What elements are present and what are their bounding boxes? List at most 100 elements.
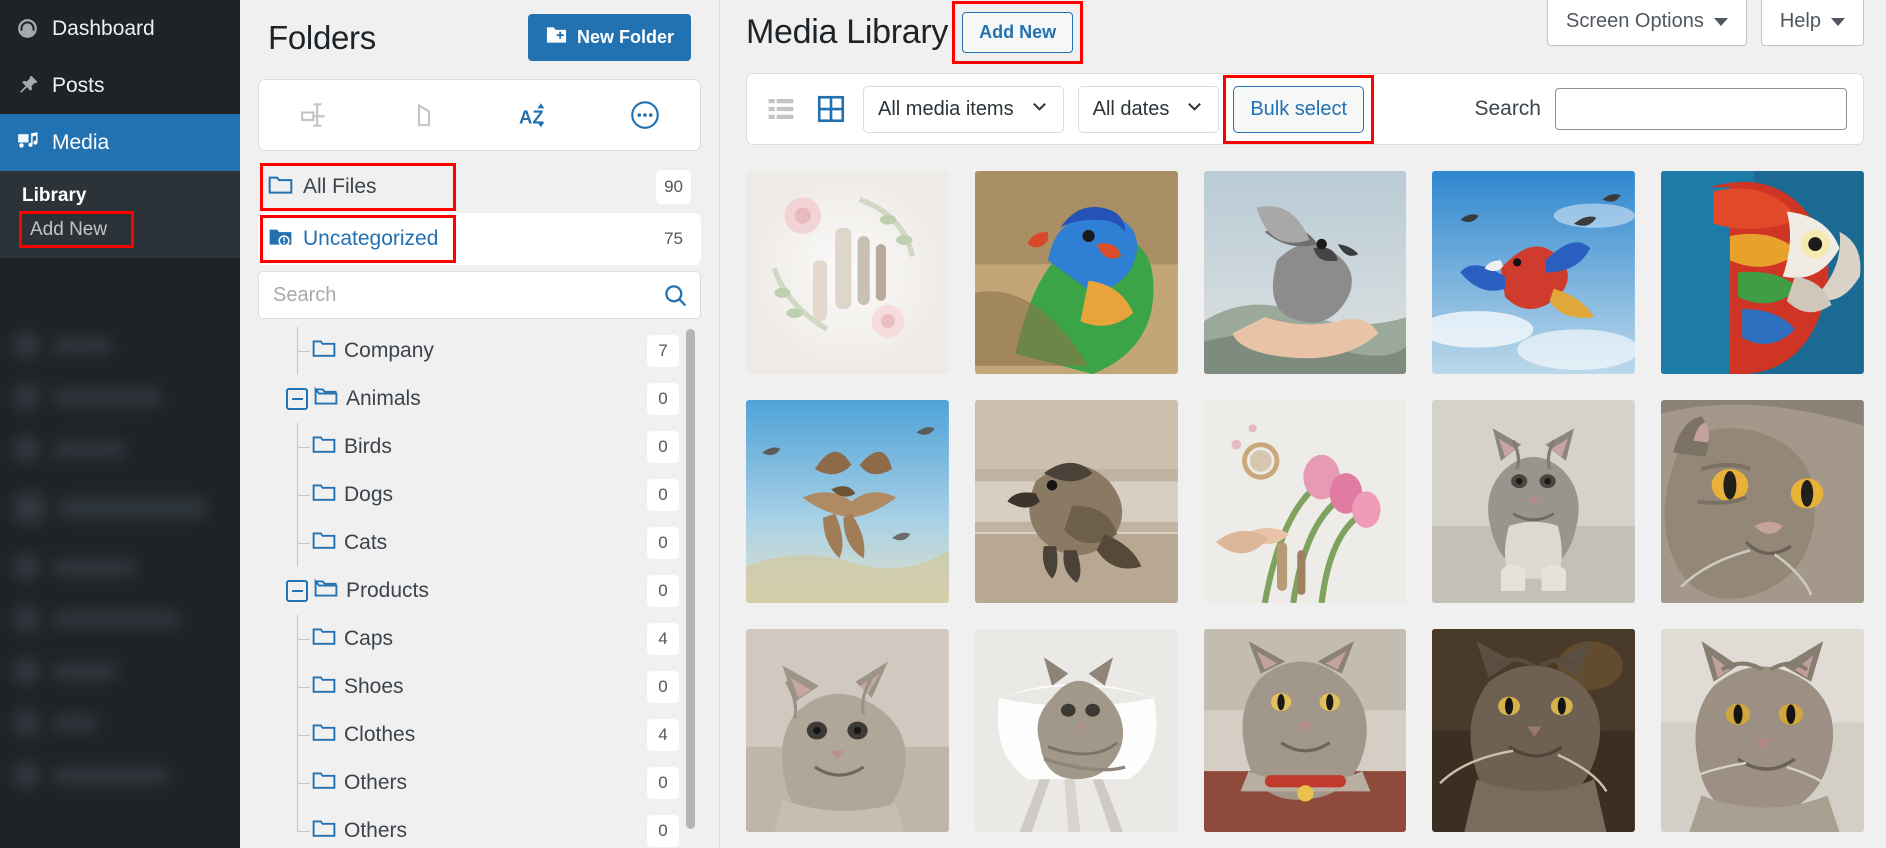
media-item[interactable] <box>1661 171 1864 374</box>
sidebar-item-posts[interactable]: Posts <box>0 57 240 114</box>
folder-tree-label: Cats <box>344 531 388 554</box>
folder-warning-icon <box>268 226 293 253</box>
tree-connector <box>286 759 312 807</box>
media-icon <box>14 130 40 156</box>
tree-connector <box>286 327 312 375</box>
tree-connector <box>286 807 312 848</box>
add-new-media-button[interactable]: Add New <box>962 12 1074 53</box>
sidebar-item-media[interactable]: Media <box>0 114 240 171</box>
tree-connector <box>286 471 312 519</box>
new-folder-button[interactable]: New Folder <box>527 14 691 61</box>
media-item[interactable] <box>1432 171 1636 374</box>
search-icon[interactable] <box>659 279 691 311</box>
folder-tree-item[interactable]: Caps 4 <box>258 615 701 663</box>
media-item[interactable] <box>1203 171 1407 374</box>
folder-outline-icon <box>312 626 336 652</box>
submenu-item-library[interactable]: Library <box>0 177 240 216</box>
media-type-filter[interactable]: All media items <box>863 85 1064 133</box>
media-type-filter-value: All media items <box>878 97 1014 120</box>
folder-tree-count: 4 <box>647 623 679 655</box>
sidebar-item-dashboard[interactable]: Dashboard <box>0 0 240 57</box>
folder-tree-item[interactable]: Animals 0 <box>258 375 701 423</box>
folder-tree: Company 7 Animals 0 Birds 0 Dogs 0 Cats 0 Products… <box>258 323 701 848</box>
folder-outline-icon <box>312 338 336 364</box>
chevron-down-icon <box>1831 17 1845 26</box>
media-main: Media Library Add New All media items Al… <box>720 0 1886 848</box>
date-filter[interactable]: All dates <box>1077 85 1220 133</box>
bulk-select-button[interactable]: Bulk select <box>1233 85 1365 133</box>
media-item[interactable] <box>746 400 949 603</box>
folder-tree-label: Others <box>344 771 408 794</box>
media-item[interactable] <box>1432 629 1636 832</box>
media-search-input[interactable] <box>1555 88 1847 130</box>
folder-open-icon <box>314 578 338 604</box>
collapse-toggle-icon[interactable] <box>286 580 308 602</box>
folder-label: All Files <box>303 175 377 198</box>
media-item[interactable] <box>974 629 1178 832</box>
media-toolbar: All media items All dates Bulk select Se… <box>746 73 1864 145</box>
media-item[interactable] <box>1203 400 1407 603</box>
media-item[interactable] <box>1661 400 1864 603</box>
screen-meta-links: Screen Options Help <box>1547 0 1864 46</box>
folder-tree-count: 0 <box>647 815 679 847</box>
media-item[interactable] <box>1661 629 1864 832</box>
folder-tree-count: 0 <box>647 383 679 415</box>
folder-tree-item[interactable]: Products 0 <box>258 567 701 615</box>
media-item[interactable] <box>746 171 949 374</box>
folder-tree-item[interactable]: Clothes 4 <box>258 711 701 759</box>
media-item[interactable] <box>1203 629 1407 832</box>
folder-tree-label: Shoes <box>344 675 404 698</box>
tree-connector <box>286 663 312 711</box>
folder-item-uncategorized[interactable]: Uncategorized 75 <box>258 213 701 265</box>
media-item[interactable] <box>974 400 1178 603</box>
duplicate-folder-icon[interactable] <box>398 89 450 141</box>
media-item[interactable] <box>746 629 949 832</box>
screen-options-label: Screen Options <box>1566 10 1704 32</box>
sidebar-item-label: Media <box>52 130 110 154</box>
media-item[interactable] <box>1432 400 1636 603</box>
folder-tree-item[interactable]: Company 7 <box>258 327 701 375</box>
folder-tree-item[interactable]: Dogs 0 <box>258 471 701 519</box>
folder-tree-item[interactable]: Others 0 <box>258 807 701 848</box>
folders-panel: Folders New Folder AZ All Files 90 Uncat… <box>240 0 720 848</box>
media-item[interactable] <box>974 171 1178 374</box>
folder-tree-item[interactable]: Birds 0 <box>258 423 701 471</box>
folder-search-input[interactable] <box>258 271 701 319</box>
folder-outline-icon <box>312 674 336 700</box>
help-button[interactable]: Help <box>1760 0 1864 46</box>
sort-az-icon[interactable]: AZ <box>509 89 561 141</box>
folder-item-all-files[interactable]: All Files 90 <box>258 161 701 213</box>
folder-outline-icon <box>312 530 336 556</box>
folder-tree-item[interactable]: Others 0 <box>258 759 701 807</box>
grid-view-icon[interactable] <box>813 91 849 127</box>
folder-tree-label: Others <box>344 819 408 842</box>
folder-tree-count: 0 <box>647 575 679 607</box>
media-submenu: Library Add New <box>0 171 240 258</box>
folder-outline-icon <box>312 434 336 460</box>
collapse-tree-icon[interactable] <box>288 89 340 141</box>
folder-outline-icon <box>312 482 336 508</box>
chevron-down-icon <box>1030 97 1049 122</box>
folder-outline-icon <box>312 770 336 796</box>
folder-outline-icon <box>312 722 336 748</box>
folders-header: Folders New Folder <box>258 0 701 79</box>
folder-tree-count: 0 <box>647 671 679 703</box>
sidebar-item-label: Posts <box>52 73 105 97</box>
collapse-toggle-icon[interactable] <box>286 388 308 410</box>
list-view-icon[interactable] <box>763 91 799 127</box>
folder-tree-label: Company <box>344 339 434 362</box>
folder-tree-item[interactable]: Cats 0 <box>258 519 701 567</box>
tree-connector <box>286 615 312 663</box>
media-grid <box>746 145 1864 832</box>
submenu-item-add-new[interactable]: Add New <box>18 210 135 248</box>
folder-tree-label: Products <box>346 579 429 602</box>
chevron-down-icon <box>1185 97 1204 122</box>
wp-admin-screen: Dashboard Posts Media Library Add New Fo… <box>0 0 1886 848</box>
folder-tree-count: 4 <box>647 719 679 751</box>
folder-tree-item[interactable]: Shoes 0 <box>258 663 701 711</box>
admin-sidebar: Dashboard Posts Media Library Add New <box>0 0 240 848</box>
more-options-icon[interactable] <box>619 89 671 141</box>
folder-search-wrap <box>258 271 701 319</box>
folder-tree-count: 0 <box>647 767 679 799</box>
screen-options-button[interactable]: Screen Options <box>1547 0 1747 46</box>
